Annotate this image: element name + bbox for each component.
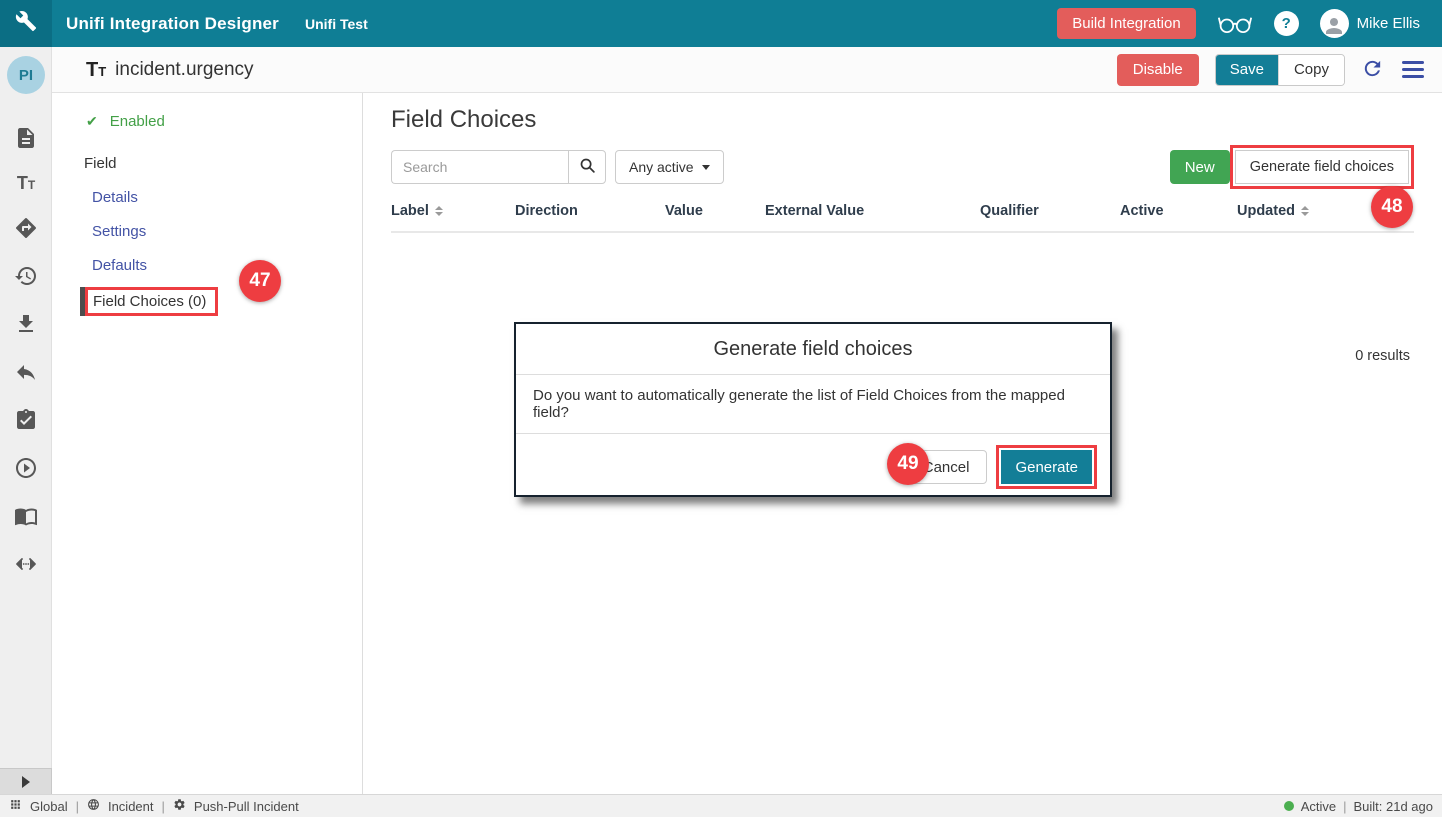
build-integration-button[interactable]: Build Integration [1057,8,1195,39]
refresh-button[interactable] [1361,57,1384,83]
modal-title: Generate field choices [516,324,1110,375]
sort-icon [435,206,443,216]
history-icon[interactable] [14,264,38,288]
grid-icon [9,798,22,814]
new-button[interactable]: New [1170,150,1230,184]
menu-icon [1402,61,1424,64]
environment-label[interactable]: Unifi Test [305,16,368,32]
save-button[interactable]: Save [1216,55,1278,85]
nav-item-details[interactable]: Details [92,189,362,206]
search-icon [579,157,596,177]
nav-item-field-choices[interactable]: Field Choices (0) [80,287,362,316]
annotation-step-48: 48 [1371,186,1413,228]
nav-item-settings[interactable]: Settings [92,223,362,240]
separator: | [1343,799,1346,814]
integration-label[interactable]: Push-Pull Incident [194,799,299,814]
results-count: 0 results [1355,348,1410,364]
menu-button[interactable] [1400,59,1426,80]
status-dot [1284,801,1294,811]
download-icon[interactable] [14,312,38,336]
annotation-box-48: Generate field choices [1230,145,1414,189]
active-filter-dropdown[interactable]: Any active [615,150,724,184]
modal-footer: Cancel Generate [516,434,1110,489]
icon-rail: PI TT [0,47,52,794]
field-type-icon: TT [86,60,106,80]
app-logo[interactable] [0,0,52,47]
save-copy-group: Save Copy [1215,54,1345,86]
active-filter-label: Any active [629,159,694,175]
rail-expand-button[interactable] [0,768,52,794]
application-label[interactable]: Incident [108,799,154,814]
disable-button[interactable]: Disable [1117,54,1199,86]
table-header-row: Label Direction Value External Value Qua… [391,203,1414,233]
search-button[interactable] [568,150,606,184]
user-name: Mike Ellis [1357,15,1420,32]
annotation-box-49: Generate [996,445,1097,489]
top-bar: Unifi Integration Designer Unifi Test Bu… [0,0,1442,47]
column-header-label[interactable]: Label [391,203,515,219]
nav-item-field-choices-label: Field Choices (0) [93,293,206,310]
column-header-qualifier[interactable]: Qualifier [980,203,1120,219]
copy-button[interactable]: Copy [1278,55,1344,85]
modal-message: Do you want to automatically generate th… [516,375,1110,434]
generate-button[interactable]: Generate [1001,450,1092,484]
refresh-icon [1361,57,1384,83]
glasses-icon[interactable] [1217,13,1253,35]
nav-section-field: Field [84,155,362,172]
list-toolbar: Any active New Generate field choices [391,145,1414,189]
separator: | [162,799,165,814]
expand-icon [22,776,30,788]
record-title: incident.urgency [115,59,253,81]
user-avatar [1320,9,1349,38]
enabled-status: ✔ Enabled [86,113,362,130]
chevron-down-icon [702,165,710,170]
check-icon: ✔ [86,113,98,130]
status-bar: Global | Incident | Push-Pull Incident A… [0,794,1442,817]
sort-icon [1301,206,1309,216]
directions-icon[interactable] [14,216,38,240]
search-input[interactable] [391,150,568,184]
column-header-value[interactable]: Value [665,203,765,219]
globe-icon [87,798,100,814]
text-field-icon[interactable]: TT [17,174,35,192]
checklist-icon[interactable] [14,408,38,432]
play-icon[interactable] [14,456,38,480]
enabled-label: Enabled [110,113,165,130]
gear-icon [173,798,186,814]
document-icon[interactable] [14,126,38,150]
generate-field-choices-button[interactable]: Generate field choices [1235,150,1409,184]
column-header-direction[interactable]: Direction [515,203,665,219]
annotation-step-47: 47 [239,260,281,302]
app-title: Unifi Integration Designer [66,14,279,34]
undo-icon[interactable] [14,360,38,384]
annotation-box-47: Field Choices (0) [85,287,218,316]
nav-item-defaults[interactable]: Defaults [92,257,362,274]
column-header-active[interactable]: Active [1120,203,1237,219]
documentation-icon[interactable] [14,504,38,528]
code-icon[interactable] [14,552,38,576]
separator: | [76,799,79,814]
side-navigation: ✔ Enabled Field Details Settings Default… [52,93,363,794]
user-menu[interactable]: Mike Ellis [1320,9,1420,38]
help-icon[interactable]: ? [1274,11,1299,36]
avatar[interactable]: PI [7,56,45,94]
record-header: TT incident.urgency Disable Save Copy [52,47,1442,93]
generate-field-choices-modal: Generate field choices Do you want to au… [514,322,1112,497]
page-title: Field Choices [391,106,536,134]
wrench-icon [15,10,37,37]
column-header-external-value[interactable]: External Value [765,203,980,219]
status-label: Active [1301,799,1336,814]
annotation-step-49: 49 [887,443,929,485]
built-label: Built: 21d ago [1353,799,1433,814]
scope-label[interactable]: Global [30,799,68,814]
